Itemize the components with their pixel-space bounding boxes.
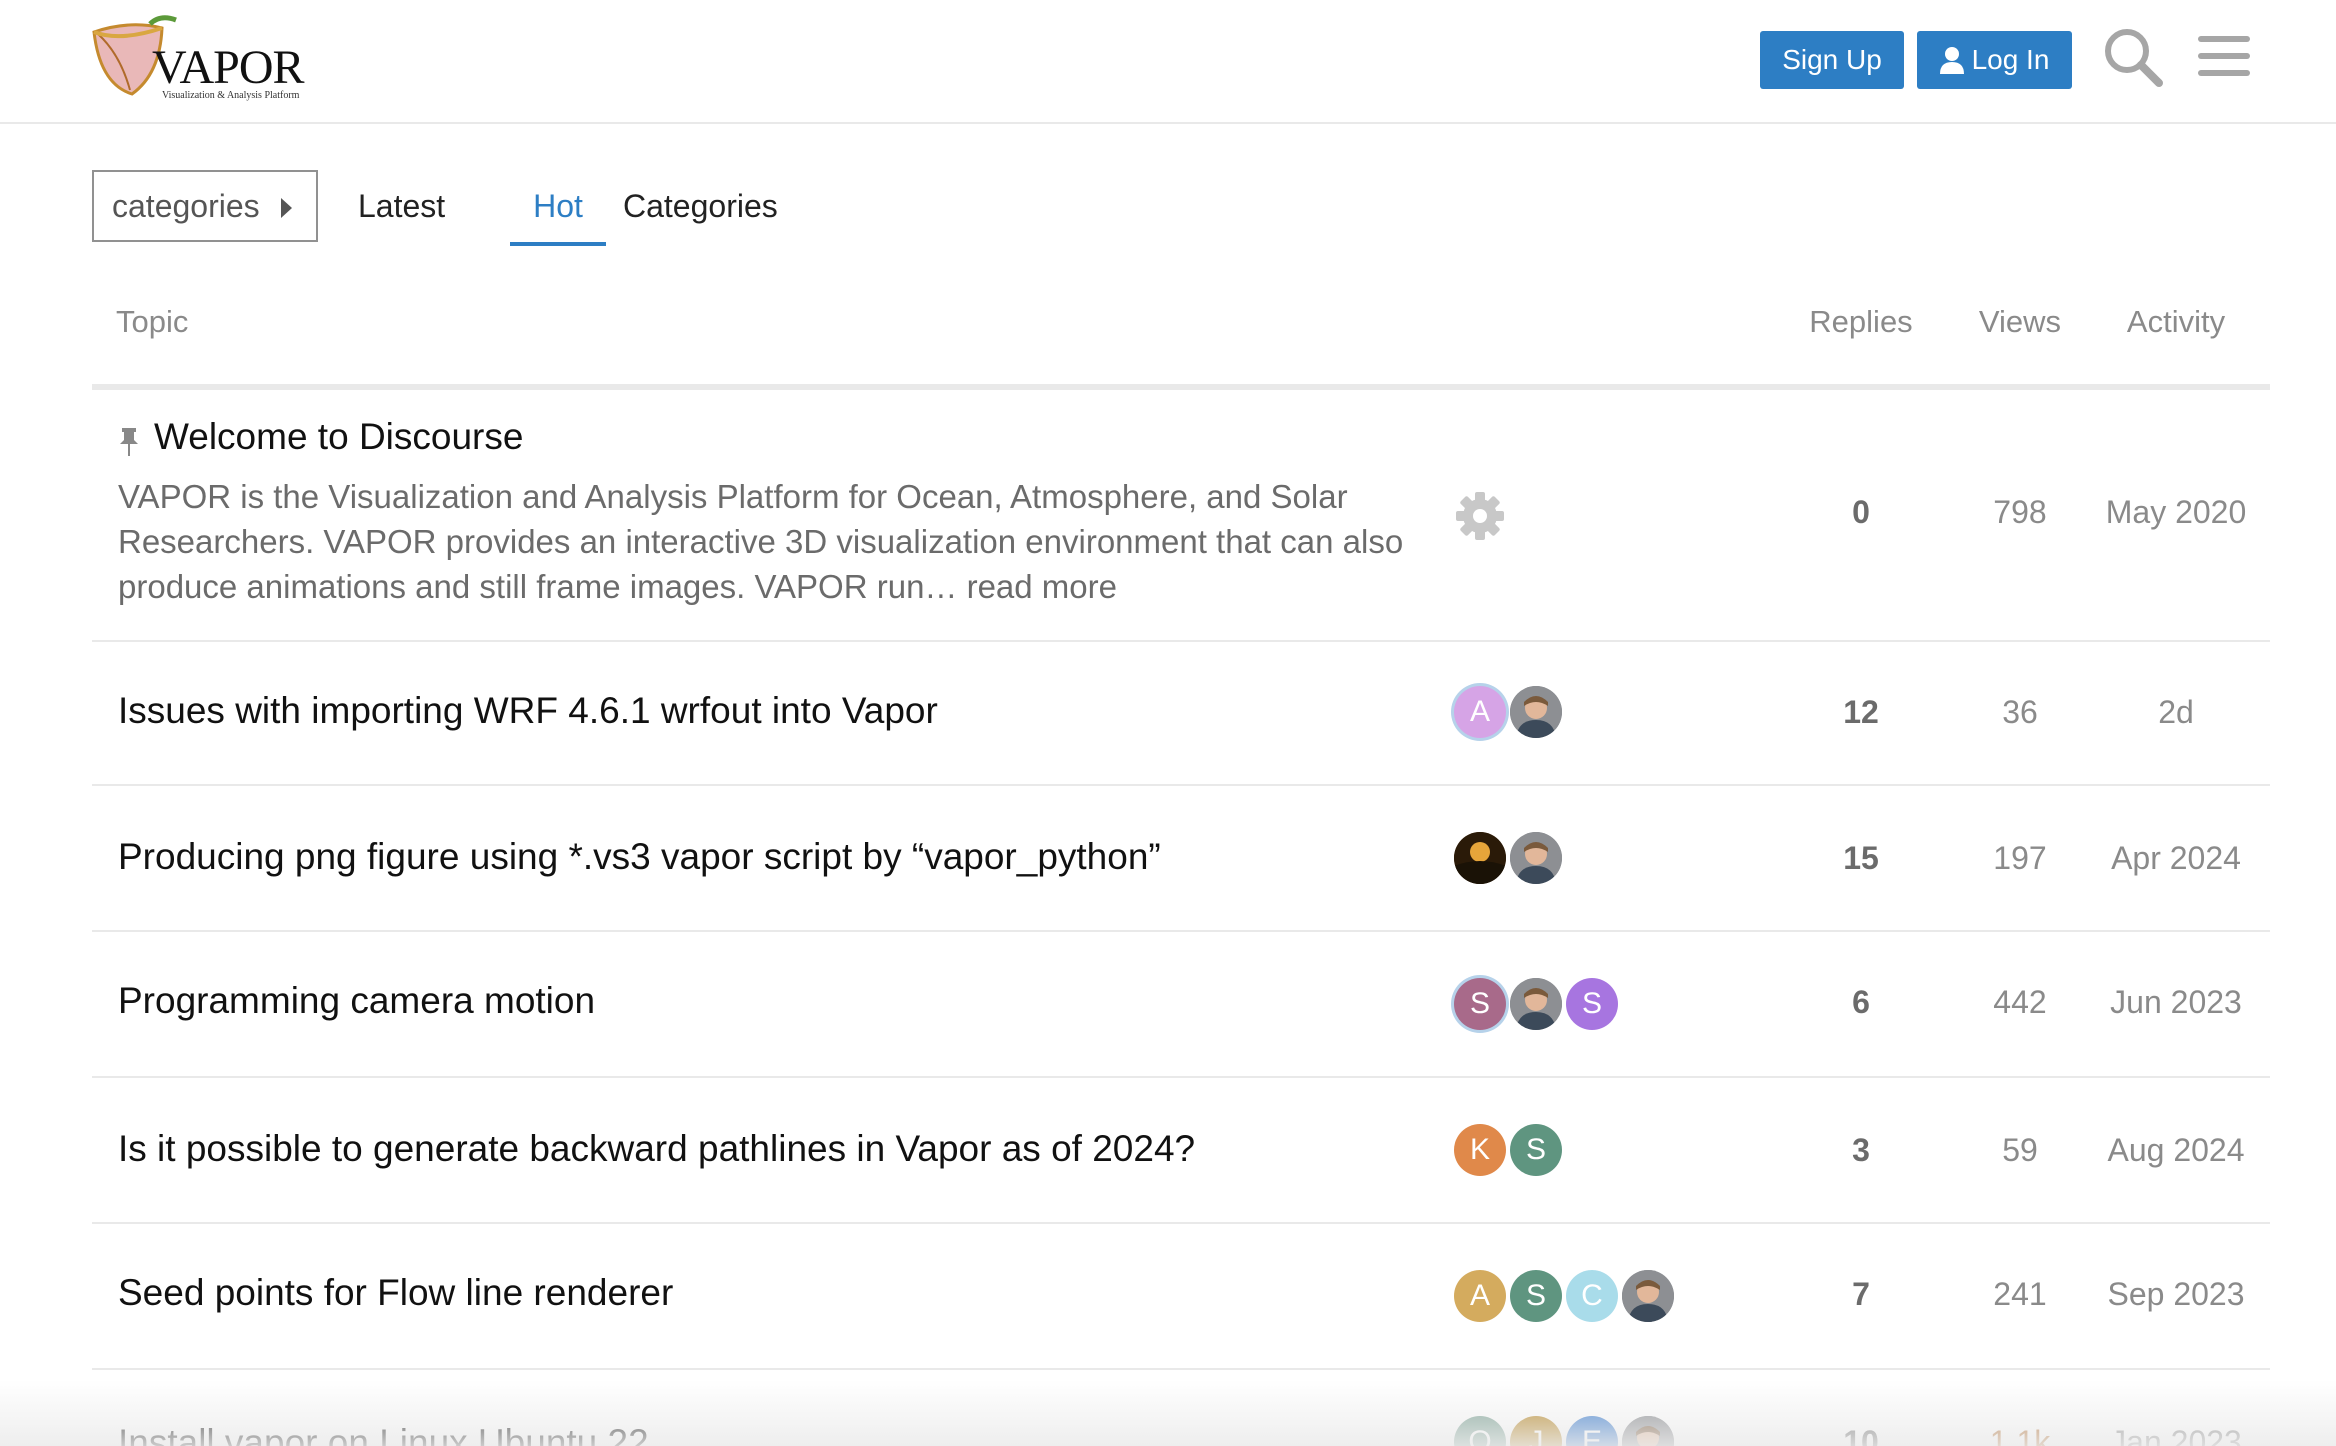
topic-title[interactable]: Seed points for Flow line renderer [118, 1272, 673, 1314]
person-photo-icon [1510, 978, 1562, 1030]
topic-excerpt-text: VAPOR is the Visualization and Analysis … [118, 478, 1404, 605]
sign-up-button[interactable]: Sign Up [1760, 31, 1904, 89]
avatar[interactable]: O [1454, 1416, 1506, 1446]
topic-views: 59 [2002, 1132, 2038, 1168]
topic-activity[interactable]: May 2020 [2101, 494, 2251, 531]
tab-categories[interactable]: Categories [623, 170, 778, 242]
avatar-photo[interactable] [1510, 832, 1562, 884]
avatar[interactable]: S [1510, 1270, 1562, 1322]
topic-title[interactable]: Welcome to Discourse [154, 416, 523, 458]
column-header-topic: Topic [116, 304, 189, 339]
topic-replies: 15 [1843, 840, 1879, 876]
hamburger-menu-icon[interactable] [2196, 26, 2252, 91]
topic-row: Is it possible to generate backward path… [92, 1078, 2270, 1224]
topic-activity[interactable]: Sep 2023 [2101, 1276, 2251, 1313]
pin-icon [118, 428, 140, 463]
topic-replies: 0 [1852, 494, 1870, 530]
log-in-label: Log In [1971, 44, 2050, 75]
read-more-link[interactable]: read more [967, 568, 1117, 605]
search-icon[interactable] [2102, 26, 2164, 93]
avatar[interactable]: E [1566, 1416, 1618, 1446]
avatar-photo[interactable] [1510, 686, 1562, 738]
avatar-photo[interactable] [1622, 1270, 1674, 1322]
avatar-photo[interactable] [1622, 1416, 1674, 1446]
person-photo-icon [1510, 686, 1562, 738]
caret-right-icon [281, 198, 292, 218]
avatar[interactable]: J [1510, 1416, 1562, 1446]
avatar[interactable]: C [1566, 1270, 1618, 1322]
vapor-logo[interactable]: VAPOR Visualization & Analysis Platform [90, 14, 305, 104]
person-photo-icon [1622, 1416, 1674, 1446]
topic-views: 241 [1993, 1276, 2047, 1312]
topic-views: 442 [1993, 984, 2047, 1020]
topic-activity[interactable]: Jan 2023 [2101, 1424, 2251, 1446]
site-header: VAPOR Visualization & Analysis Platform … [0, 0, 2336, 124]
topic-title[interactable]: Programming camera motion [118, 980, 595, 1022]
person-photo-icon [1622, 1270, 1674, 1322]
avatar-photo[interactable] [1510, 978, 1562, 1030]
topic-title[interactable]: Issues with importing WRF 4.6.1 wrfout i… [118, 690, 938, 732]
topic-activity[interactable]: Jun 2023 [2101, 984, 2251, 1021]
person-photo-icon [1510, 832, 1562, 884]
avatar[interactable]: S [1454, 978, 1506, 1030]
user-icon [1939, 47, 1964, 74]
topic-title[interactable]: Install vapor on Linux Ubuntu 22 [118, 1422, 649, 1446]
topic-views: 36 [2002, 694, 2038, 730]
logo-subtitle: Visualization & Analysis Platform [162, 90, 300, 101]
topic-activity[interactable]: 2d [2101, 694, 2251, 731]
avatar[interactable]: K [1454, 1124, 1506, 1176]
topic-views: 197 [1993, 840, 2047, 876]
topic-excerpt: VAPOR is the Visualization and Analysis … [118, 474, 1408, 609]
topic-replies: 6 [1852, 984, 1870, 1020]
column-header-replies[interactable]: Replies [1785, 304, 1937, 340]
system-gear-avatar-icon[interactable] [1454, 490, 1506, 542]
landscape-photo-icon [1454, 832, 1506, 884]
column-header-views[interactable]: Views [1946, 304, 2094, 340]
topic-replies: 12 [1843, 694, 1879, 730]
topic-replies: 7 [1852, 1276, 1870, 1312]
avatar[interactable]: A [1454, 686, 1506, 738]
topic-row-pinned: Welcome to Discourse VAPOR is the Visual… [92, 390, 2270, 642]
topic-row: Seed points for Flow line renderer A S C… [92, 1224, 2270, 1370]
topic-row: Producing png figure using *.vs3 vapor s… [92, 786, 2270, 932]
topic-replies: 3 [1852, 1132, 1870, 1168]
tab-hot[interactable]: Hot [510, 170, 606, 246]
topic-row: Issues with importing WRF 4.6.1 wrfout i… [92, 642, 2270, 786]
avatar-photo[interactable] [1454, 832, 1506, 884]
column-header-activity[interactable]: Activity [2101, 304, 2251, 340]
avatar[interactable]: S [1566, 978, 1618, 1030]
topic-views: 798 [1993, 494, 2047, 530]
logo-text: VAPOR [152, 41, 305, 94]
log-in-button[interactable]: Log In [1917, 31, 2072, 89]
topic-views: 1.1k [1989, 1424, 2051, 1446]
categories-dropdown[interactable]: categories [92, 170, 318, 242]
topic-row: Programming camera motion S S 6 442 Jun … [92, 932, 2270, 1078]
topic-title[interactable]: Producing png figure using *.vs3 vapor s… [118, 836, 1161, 878]
categories-dropdown-label: categories [112, 187, 260, 224]
topic-title[interactable]: Is it possible to generate backward path… [118, 1128, 1195, 1170]
topic-list-header: Topic Replies Views Activity [92, 290, 2270, 390]
topic-row: Install vapor on Linux Ubuntu 22 O J E 1… [92, 1370, 2270, 1446]
topic-replies: 10 [1843, 1424, 1879, 1446]
avatar[interactable]: S [1510, 1124, 1562, 1176]
topic-activity[interactable]: Apr 2024 [2101, 840, 2251, 877]
avatar[interactable]: A [1454, 1270, 1506, 1322]
tab-latest[interactable]: Latest [358, 170, 445, 242]
topic-activity[interactable]: Aug 2024 [2101, 1132, 2251, 1169]
